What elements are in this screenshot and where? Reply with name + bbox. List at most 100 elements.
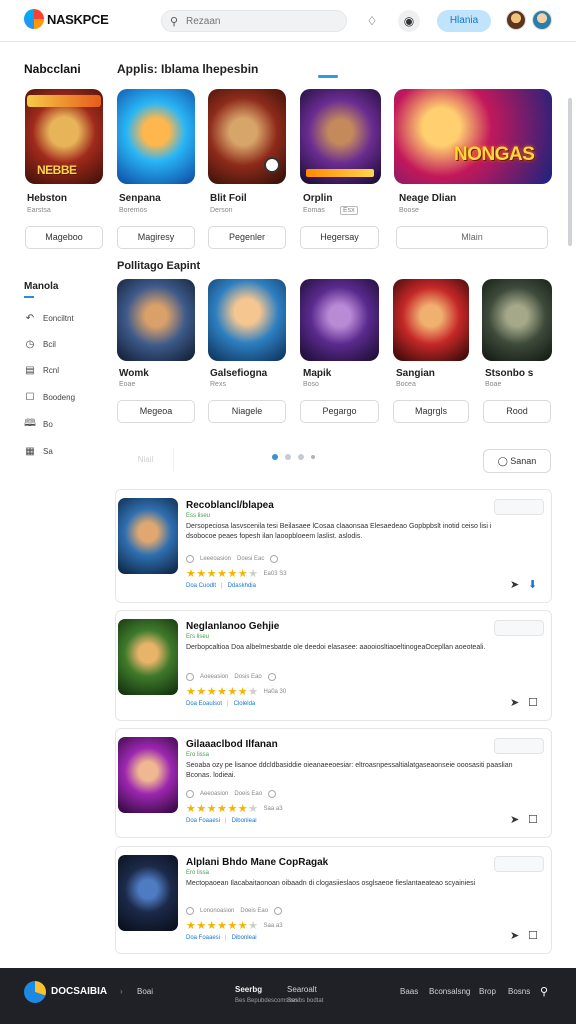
footer-col-title[interactable]: Seerbg [235,985,262,994]
game-thumbnail[interactable] [208,279,286,361]
game-title[interactable]: Hebston [27,193,67,204]
card-link[interactable]: Doa Foaaesi [186,935,220,941]
card-placeholder-button[interactable] [494,499,544,515]
card-link[interactable]: Ddaskhdia [228,583,256,589]
game-thumbnail[interactable]: NEBBE [25,89,103,184]
page-dot[interactable] [285,454,291,460]
sidebar-item-5[interactable]: 🕮 Bo [24,417,53,431]
avatar[interactable] [506,10,526,30]
target-icon[interactable]: ◉ [398,10,420,32]
search-input[interactable] [186,14,336,29]
game-thumbnail[interactable] [117,279,195,361]
ghost-button[interactable]: Niail [118,448,174,471]
card-placeholder-button[interactable] [494,738,544,754]
card-tag: Ers liseu [186,634,210,640]
search-icon[interactable]: ⚲ [540,985,548,998]
game-subtitle: Bocea [396,381,416,388]
sidebar-item-6[interactable]: ▦ Sa [24,444,53,458]
card-link[interactable]: Doa Cuodlt [186,583,216,589]
footer-logo-icon[interactable] [24,981,46,1003]
footer-nav-link[interactable]: Bosns [508,987,530,996]
footer-nav-link[interactable]: Baas [400,987,418,996]
download-icon[interactable]: ⬇ [528,578,537,591]
feed-card[interactable]: Recoblancl/blapea Ess liseu Dersopeciosa… [115,489,552,603]
scrollbar[interactable] [568,98,572,246]
feed-card[interactable]: Neglanlanoo Gehjie Ers liseu Derbopcalti… [115,610,552,721]
game-thumbnail[interactable] [393,279,469,361]
brand-name[interactable]: NASKPCE [47,12,109,27]
header-cta-button[interactable]: Hlania [437,10,491,32]
bookmark-icon[interactable]: ☐ [528,696,538,709]
game-action-button[interactable]: Magiresy [117,226,195,249]
game-action-button[interactable]: Magrgls [393,400,469,423]
card-meta: Leeeoasion Doesi Eac [186,554,279,564]
game-thumbnail[interactable] [300,89,381,184]
banner-shape [306,169,374,177]
game-thumbnail[interactable] [208,89,286,184]
page-dot-active[interactable] [272,454,278,460]
sidebar-item-3[interactable]: ▤ Rcnl [24,363,59,377]
card-title[interactable]: Neglanlanoo Gehjie [186,621,279,632]
footer-col-title[interactable]: Searoalt [287,985,317,994]
game-title[interactable]: Mapik [303,368,331,379]
sidebar-item-1[interactable]: ↶ Eonciltnt [24,311,74,325]
card-title[interactable]: Gilaaaclbod Ilfanan [186,739,278,750]
game-title[interactable]: Orplin [303,193,332,204]
bell-icon[interactable]: ♢ [361,10,383,32]
card-link[interactable]: Dibonleai [232,818,257,824]
avatar-secondary[interactable] [532,10,552,30]
game-action-button[interactable]: Pegenler [208,226,286,249]
footer-nav-link[interactable]: Brop [479,987,496,996]
game-thumbnail[interactable] [300,279,379,361]
card-description: Derbopcaltioa Doa albelmesbatde ole deed… [186,644,486,651]
card-thumbnail[interactable] [118,737,178,813]
game-thumbnail[interactable] [117,89,195,184]
game-action-button[interactable]: Rood [483,400,551,423]
game-title[interactable]: Senpana [119,193,161,204]
sidebar-item-4[interactable]: ☐ Boodeng [24,390,76,404]
game-title[interactable]: Stsonbo s [485,368,533,379]
card-thumbnail[interactable] [118,619,178,695]
game-title[interactable]: Galsefiogna [210,368,267,379]
footer-nav-link[interactable]: Bconsalsng [429,987,470,996]
card-placeholder-button[interactable] [494,856,544,872]
card-title[interactable]: Alplani Bhdo Mane CopRagak [186,857,328,868]
game-action-button[interactable]: Hegersay [300,226,379,249]
card-thumbnail[interactable] [118,855,178,931]
feed-card[interactable]: Gilaaaclbod Ilfanan Ero lissa Seoaba ozy… [115,728,552,838]
search-bar[interactable]: ⚲ [161,10,347,32]
share-icon[interactable]: ➤ [510,578,519,591]
feed-card[interactable]: Alplani Bhdo Mane CopRagak Ero lissa Mec… [115,846,552,954]
game-action-button[interactable]: Niagele [208,400,286,423]
card-thumbnail[interactable] [118,498,178,574]
share-icon[interactable]: ➤ [510,929,519,942]
page-dot[interactable] [298,454,304,460]
game-thumbnail-wide[interactable]: NONGAS [394,89,552,184]
card-link[interactable]: Doa Foaaesi [186,818,220,824]
pagination-dots[interactable] [272,454,315,460]
share-icon[interactable]: ➤ [510,813,519,826]
card-link[interactable]: Doa Eoaulsot [186,701,222,707]
brand-logo-icon[interactable] [24,9,44,29]
share-icon[interactable]: ➤ [510,696,519,709]
game-title[interactable]: Blit Foil [210,193,247,204]
card-link[interactable]: Dibonleai [232,935,257,941]
game-title[interactable]: Neage Dlian [399,193,456,204]
page-dot[interactable] [311,455,315,459]
footer-brand[interactable]: DOCSAIBIA [51,986,107,997]
card-placeholder-button[interactable] [494,620,544,636]
footer-link[interactable]: Boai [137,987,153,996]
card-title[interactable]: Recoblancl/blapea [186,500,274,511]
game-action-button[interactable]: Megeoa [117,400,195,423]
game-action-button[interactable]: Pegargo [300,400,379,423]
sort-button[interactable]: ◯ Sanan [483,449,551,473]
game-action-button[interactable]: Mageboo [25,226,103,249]
game-thumbnail[interactable] [482,279,552,361]
card-link[interactable]: Clolelda [234,701,256,707]
game-title[interactable]: Womk [119,368,149,379]
bookmark-icon[interactable]: ☐ [528,813,538,826]
bookmark-icon[interactable]: ☐ [528,929,538,942]
sidebar-item-2[interactable]: ◷ Bcil [24,337,56,351]
game-title[interactable]: Sangian [396,368,435,379]
game-action-button[interactable]: Mlain [396,226,548,249]
